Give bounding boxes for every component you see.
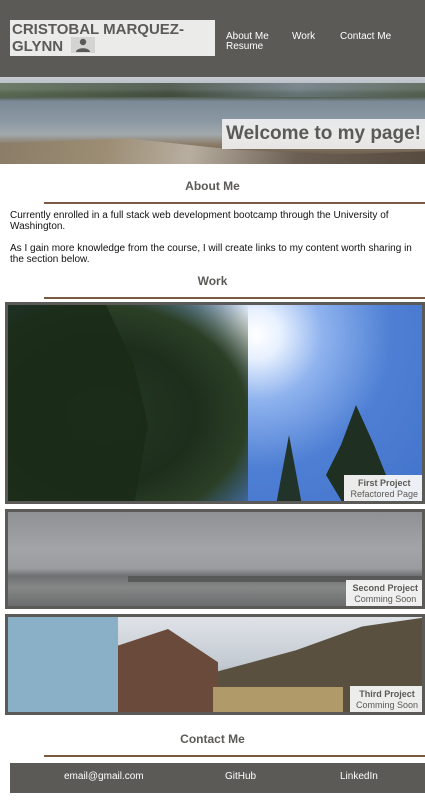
hero-banner: Welcome to my page! — [0, 77, 425, 164]
user-icon — [71, 37, 96, 54]
about-divider — [44, 202, 425, 204]
contact-heading: Contact Me — [180, 732, 245, 746]
email-link[interactable]: email@gmail.com — [64, 771, 144, 782]
contact-divider — [44, 755, 425, 757]
project-title: Third Project — [359, 689, 415, 699]
hero-title: Welcome to my page! — [222, 119, 425, 149]
github-link[interactable]: GitHub — [225, 771, 256, 782]
project-card-first[interactable]: First Project Refactored Page — [5, 302, 425, 504]
nav-contact-link[interactable]: Contact Me — [340, 32, 391, 42]
project-subtitle: Comming Soon — [355, 700, 418, 710]
site-name: CRISTOBAL MARQUEZ-GLYNN — [12, 21, 184, 55]
about-heading: About Me — [185, 179, 240, 193]
work-heading: Work — [197, 274, 228, 288]
building-shape — [8, 617, 118, 712]
linkedin-link[interactable]: LinkedIn — [340, 771, 378, 782]
building-shape — [213, 687, 343, 712]
about-text: Currently enrolled in a full stack web d… — [10, 210, 420, 276]
contact-footer: email@gmail.com GitHub LinkedIn — [10, 763, 425, 793]
site-name-box: CRISTOBAL MARQUEZ-GLYNN — [10, 20, 215, 56]
nav-work-link[interactable]: Work — [292, 32, 315, 42]
work-divider — [44, 297, 425, 299]
project-title: First Project — [357, 478, 411, 488]
project-subtitle: Refactored Page — [350, 489, 418, 499]
project-card-second[interactable]: Second Project Comming Soon — [5, 509, 425, 609]
project-label: Second Project Comming Soon — [346, 580, 422, 606]
hero-mountains — [0, 83, 425, 97]
about-paragraph: Currently enrolled in a full stack web d… — [10, 210, 389, 232]
project-subtitle: Comming Soon — [354, 594, 417, 604]
project-card-third[interactable]: Third Project Comming Soon — [5, 614, 425, 715]
project-label: Third Project Comming Soon — [349, 686, 422, 712]
project-label: First Project Refactored Page — [344, 475, 422, 501]
nav-resume-link[interactable]: Resume — [226, 42, 263, 52]
about-paragraph: As I gain more knowledge from the course… — [10, 243, 412, 265]
project-title: Second Project — [352, 583, 418, 593]
site-header: CRISTOBAL MARQUEZ-GLYNN About Me Resume … — [0, 0, 425, 77]
